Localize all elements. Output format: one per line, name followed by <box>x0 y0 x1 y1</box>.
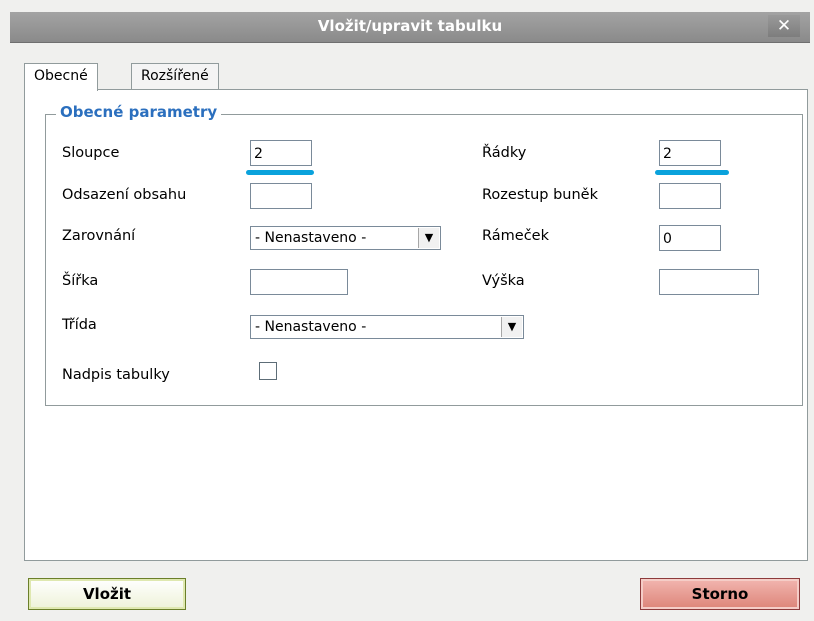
chevron-down-icon: ▼ <box>501 317 522 337</box>
class-select[interactable]: - Nenastaveno - ▼ <box>250 315 524 339</box>
cellpadding-label: Odsazení obsahu <box>62 187 187 203</box>
title-bar: Vložit/upravit tabulku ✕ <box>10 12 810 43</box>
cancel-button[interactable]: Storno <box>640 578 800 610</box>
tab-panel-general: Obecné parametry Sloupce 2 Řádky 2 Odsaz… <box>24 89 808 561</box>
cellspacing-input[interactable] <box>659 183 721 209</box>
cellpadding-input[interactable] <box>250 183 312 209</box>
border-input[interactable]: 0 <box>659 225 721 251</box>
width-input[interactable] <box>250 269 348 295</box>
tab-advanced[interactable]: Rozšířené <box>131 63 219 89</box>
class-label: Třída <box>62 317 97 333</box>
general-parameters-group: Obecné parametry Sloupce 2 Řádky 2 Odsaz… <box>45 103 803 406</box>
rows-highlight <box>655 170 729 175</box>
table-dialog: Vložit/upravit tabulku ✕ Obecné Rozšířen… <box>0 0 814 621</box>
dialog-title: Vložit/upravit tabulku <box>317 17 503 35</box>
rows-input[interactable]: 2 <box>659 140 721 166</box>
rows-label: Řádky <box>482 145 527 161</box>
tab-general[interactable]: Obecné <box>24 63 98 91</box>
caption-label: Nadpis tabulky <box>62 367 170 383</box>
caption-checkbox[interactable] <box>259 362 277 380</box>
height-label: Výška <box>482 273 525 289</box>
align-label: Zarovnání <box>62 228 136 244</box>
align-select[interactable]: - Nenastaveno - ▼ <box>250 226 441 250</box>
insert-button[interactable]: Vložit <box>28 578 186 610</box>
columns-highlight <box>246 170 314 175</box>
chevron-down-icon: ▼ <box>418 228 439 248</box>
border-label: Rámeček <box>482 228 549 244</box>
close-icon[interactable]: ✕ <box>768 15 800 37</box>
align-selected-value: - Nenastaveno - <box>255 230 367 246</box>
height-input[interactable] <box>659 269 759 295</box>
columns-label: Sloupce <box>62 145 120 161</box>
width-label: Šířka <box>62 273 99 289</box>
class-selected-value: - Nenastaveno - <box>255 319 367 335</box>
cellspacing-label: Rozestup buněk <box>482 187 598 203</box>
columns-input[interactable]: 2 <box>250 140 312 166</box>
general-parameters-legend: Obecné parametry <box>56 103 222 121</box>
